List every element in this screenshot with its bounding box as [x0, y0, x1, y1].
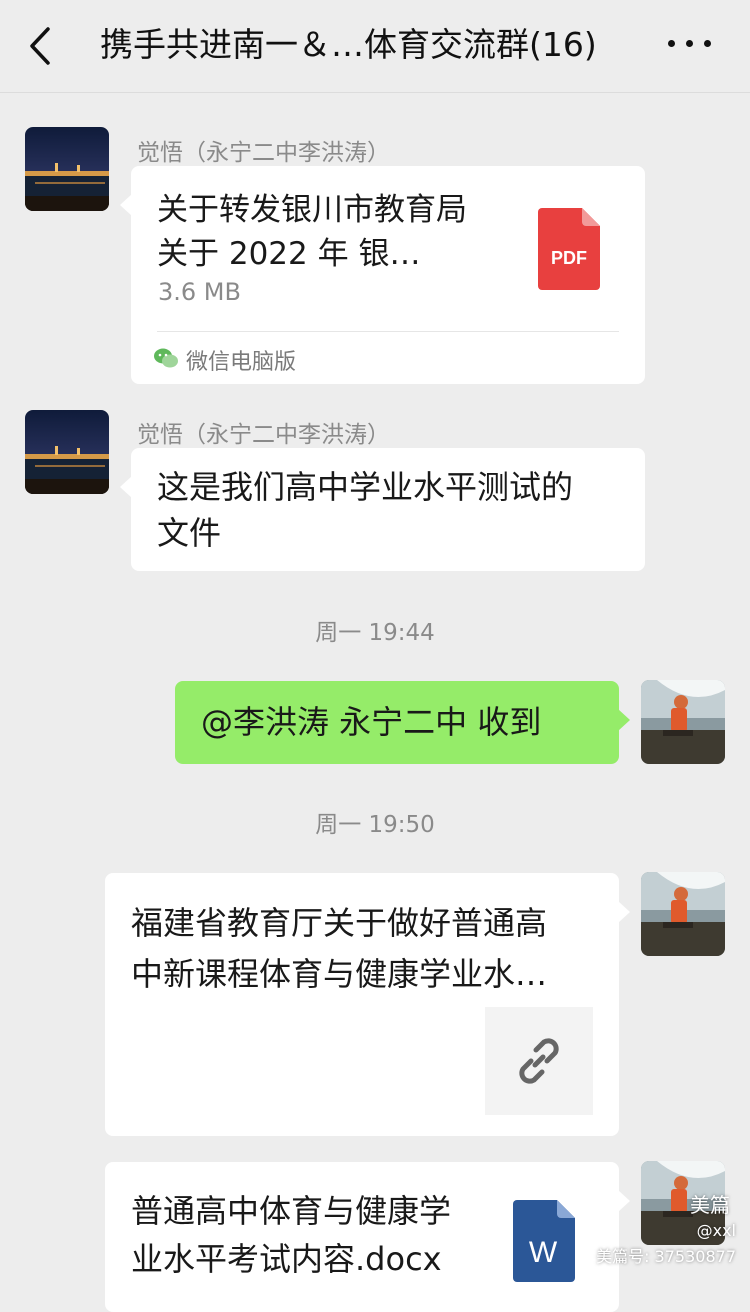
timestamp: 周一 19:50 — [315, 812, 435, 838]
file-title: 关于转发银川市教育局 关于 2022 年 银… — [157, 192, 467, 272]
watermark: 美篇 @xxl 美篇号: 37530877 — [596, 1185, 742, 1270]
text-message-bubble[interactable]: 这是我们高中学业水平测试的 文件 — [120, 448, 645, 571]
watermark-id: 美篇号: 37530877 — [596, 1247, 736, 1266]
self-message-bubble[interactable]: @李洪涛 永宁二中 收到 — [175, 681, 630, 764]
self-avatar[interactable] — [641, 680, 725, 764]
divider — [157, 331, 619, 332]
link-message-bubble[interactable]: 福建省教育厅关于做好普通高 中新课程体育与健康学业水… — [105, 873, 630, 1136]
message-text: 这是我们高中学业水平测试的 文件 — [157, 468, 574, 552]
chevron-left-icon[interactable] — [26, 26, 56, 66]
file-message-bubble[interactable]: 关于转发银川市教育局 关于 2022 年 银… 3.6 MB PDF 微信电脑版 — [120, 166, 645, 384]
sender-name: 觉悟（永宁二中李洪涛） — [137, 422, 390, 448]
avatar[interactable] — [25, 127, 109, 211]
pdf-file-icon: PDF — [538, 208, 600, 290]
svg-text:W: W — [529, 1236, 558, 1269]
self-avatar[interactable] — [641, 872, 725, 956]
sender-name: 觉悟（永宁二中李洪涛） — [137, 140, 390, 166]
watermark-user: @xxl — [696, 1221, 736, 1240]
timestamp: 周一 19:44 — [315, 620, 435, 646]
chat-title: 携手共进南一＆…体育交流群(16) — [100, 25, 597, 64]
ellipsis-icon[interactable] — [668, 40, 712, 52]
svg-text:PDF: PDF — [551, 248, 587, 268]
avatar[interactable] — [25, 410, 109, 494]
chat-header: 携手共进南一＆…体育交流群(16) — [0, 0, 750, 93]
file-title: 普通高中体育与健康学 业水平考试内容.docx — [131, 1192, 452, 1278]
file-message-bubble[interactable]: 普通高中体育与健康学 业水平考试内容.docx W — [105, 1162, 630, 1312]
link-title: 福建省教育厅关于做好普通高 中新课程体育与健康学业水… — [131, 904, 548, 993]
word-file-icon: W — [513, 1200, 575, 1282]
message-text: @李洪涛 永宁二中 收到 — [201, 703, 542, 741]
watermark-logo: 美篇 — [690, 1193, 730, 1217]
source-label: 微信电脑版 — [186, 350, 297, 375]
link-thumbnail — [485, 1007, 593, 1115]
wechat-icon — [154, 348, 178, 368]
file-size: 3.6 MB — [158, 278, 241, 306]
link-icon — [519, 1038, 559, 1084]
